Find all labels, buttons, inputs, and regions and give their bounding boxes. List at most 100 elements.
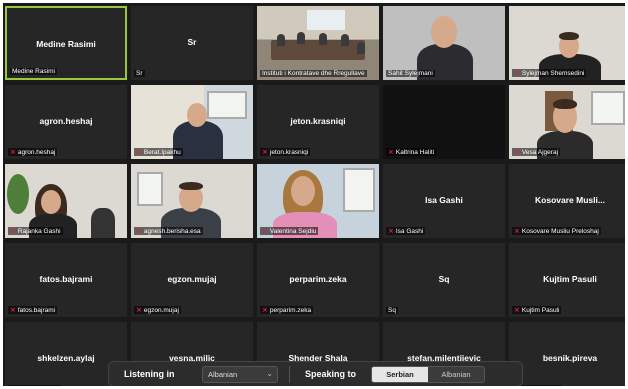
participant-tile[interactable]: besnik.pireva⨯besnik.pireva (509, 322, 625, 386)
divider (289, 366, 290, 383)
mic-off-icon: ⨯ (136, 228, 142, 235)
participant-name: Kujtim Pasuli (521, 306, 560, 314)
participant-display-name: jeton.krasniqi (290, 116, 346, 126)
mic-off-icon: ⨯ (388, 149, 394, 156)
participant-name-label: ⨯ fatos.bajrami (8, 306, 58, 314)
participant-name-label: ⨯ Kaltrina Haliti (386, 148, 437, 156)
mic-off-icon: ⨯ (514, 70, 520, 77)
participant-name: fatos.bajrami (17, 306, 56, 314)
participant-name-label: ⨯ Valentina Sejdiu (260, 227, 319, 235)
participant-tile[interactable]: perparim.zeka ⨯ perparim.zeka (257, 243, 379, 317)
participant-name: Medine Rasimi (12, 68, 55, 75)
participant-name-label: Sq (386, 307, 398, 314)
mic-off-icon: ⨯ (262, 228, 268, 235)
participant-name: agnesh.berisha.esa (143, 227, 201, 235)
participant-display-name: Kosovare Musli... (535, 195, 605, 205)
participant-tile[interactable]: fatos.bajrami ⨯ fatos.bajrami (5, 243, 127, 317)
participant-name-label: ⨯ jeton.krasniqi (260, 148, 311, 156)
participant-tile[interactable]: Kosovare Musli... ⨯ Kosovare Musliu Prelos… (509, 164, 625, 238)
participant-display-name: Kujtim Pasuli (543, 274, 597, 284)
participant-display-name: shkelzen.aylaj (37, 353, 95, 363)
participant-display-name: Medine Rasimi (36, 39, 96, 49)
participant-name: Rajanka Gashi (17, 227, 61, 235)
participant-tile[interactable]: ⨯ Berat.Ipakhu (131, 85, 253, 159)
speaking-option-albanian[interactable]: Albanian (428, 367, 484, 382)
participant-name: Isa Gashi (395, 227, 424, 235)
mic-off-icon: ⨯ (10, 228, 16, 235)
participant-display-name: besnik.pireva (542, 353, 598, 363)
participant-tile[interactable]: ⨯ Kaltrina Haliti (383, 85, 505, 159)
participant-display-name: egzon.mujaj (167, 274, 217, 284)
participant-tile[interactable]: jeton.krasniqi ⨯ jeton.krasniqi (257, 85, 379, 159)
mic-off-icon: ⨯ (388, 228, 394, 235)
participant-tile[interactable]: Sr Sr (131, 6, 253, 80)
mic-off-icon: ⨯ (10, 149, 16, 156)
mic-off-icon: ⨯ (514, 228, 520, 235)
video-feed (257, 6, 379, 80)
mic-off-icon: ⨯ (262, 307, 268, 314)
participant-name-label: Sahit Sylejmani (386, 70, 435, 77)
mic-off-icon: ⨯ (136, 307, 142, 314)
participant-name-label: Instituti i Kontratave dhe Rregullave (260, 70, 367, 77)
listening-language-select[interactable]: Albanian ⌄ (202, 366, 278, 383)
listening-label: Listening in (124, 369, 175, 379)
chevron-down-icon: ⌄ (266, 369, 273, 378)
participant-display-name: perparim.zeka (289, 274, 347, 284)
participant-display-name: Sq (438, 274, 450, 284)
mic-off-icon: ⨯ (514, 307, 520, 314)
participant-name: Kosovare Musliu Preloshaj (521, 227, 599, 235)
participant-name: jeton.krasniqi (269, 148, 309, 156)
mic-off-icon: ⨯ (10, 307, 16, 314)
speaking-label: Speaking to (305, 369, 357, 379)
participant-name: Kaltrina Haliti (395, 148, 435, 156)
participant-name: Vesa Ajgeraj (521, 148, 559, 156)
participant-name-label: ⨯shkelzen.aylaj (8, 385, 61, 386)
participant-name-label: ⨯ perparim.zeka (260, 306, 314, 314)
participant-tile[interactable]: Sq Sq (383, 243, 505, 317)
participant-name-label: Sr (134, 70, 145, 77)
participant-name-label: ⨯ agron.heshaj (8, 148, 58, 156)
participant-name-label: ⨯ Sylejman Shemsedini (512, 69, 587, 77)
participant-tile[interactable]: agron.heshaj ⨯ agron.heshaj (5, 85, 127, 159)
participant-name-label: ⨯ Berat.Ipakhu (134, 148, 183, 156)
participant-tile[interactable]: Medine Rasimi Medine Rasimi (5, 6, 127, 80)
listening-language-value: Albanian (208, 370, 238, 379)
participant-name-label: ⨯ Kosovare Musliu Preloshaj (512, 227, 601, 235)
participant-name-label: ⨯ Rajanka Gashi (8, 227, 63, 235)
participant-display-name: agron.heshaj (39, 116, 93, 126)
participant-name: Sylejman Shemsedini (521, 69, 585, 77)
participant-tile[interactable]: ⨯ Rajanka Gashi (5, 164, 127, 238)
participant-tile[interactable]: Instituti i Kontratave dhe Rregullave (257, 6, 379, 80)
participant-tile[interactable]: Kujtim Pasuli ⨯ Kujtim Pasuli (509, 243, 625, 317)
participant-tile[interactable]: ⨯ Vesa Ajgeraj (509, 85, 625, 159)
participant-name-label: ⨯ Isa Gashi (386, 227, 426, 235)
video-feed (383, 6, 505, 80)
participant-name: Sq (388, 307, 396, 314)
participant-tile[interactable]: ⨯ agnesh.berisha.esa (131, 164, 253, 238)
participant-name-label: ⨯ egzon.mujaj (134, 306, 181, 314)
interpretation-bar: Listening in Albanian ⌄ Speaking to Serb… (108, 361, 523, 386)
participant-name: Berat.Ipakhu (143, 148, 181, 156)
participant-name: Sr (136, 70, 143, 77)
participant-name: Valentina Sejdiu (269, 227, 317, 235)
participant-name-label: ⨯ Vesa Ajgeraj (512, 148, 561, 156)
participant-display-name: fatos.bajrami (39, 274, 93, 284)
participant-tile[interactable]: egzon.mujaj ⨯ egzon.mujaj (131, 243, 253, 317)
mic-off-icon: ⨯ (514, 149, 520, 156)
participant-name-label: ⨯ Kujtim Pasuli (512, 306, 562, 314)
participant-name-label: ⨯ agnesh.berisha.esa (134, 227, 203, 235)
participant-name: shkelzen.aylaj (18, 386, 59, 387)
participant-name: agron.heshaj (17, 148, 56, 156)
video-gallery: Medine Rasimi Medine Rasimi Sr Sr Instituti … (3, 3, 625, 386)
mic-off-icon: ⨯ (262, 149, 268, 156)
participant-tile[interactable]: ⨯ Valentina Sejdiu (257, 164, 379, 238)
participant-tile[interactable]: ⨯ Sylejman Shemsedini (509, 6, 625, 80)
speaking-language-toggle[interactable]: Serbian Albanian (371, 366, 485, 383)
participant-name: Sahit Sylejmani (388, 70, 433, 77)
participant-tile[interactable]: Isa Gashi ⨯ Isa Gashi (383, 164, 505, 238)
participant-tile[interactable]: Sahit Sylejmani (383, 6, 505, 80)
speaking-option-serbian[interactable]: Serbian (372, 367, 428, 382)
mic-off-icon: ⨯ (136, 149, 142, 156)
participant-name: perparim.zeka (269, 306, 312, 314)
participant-display-name: Isa Gashi (425, 195, 463, 205)
